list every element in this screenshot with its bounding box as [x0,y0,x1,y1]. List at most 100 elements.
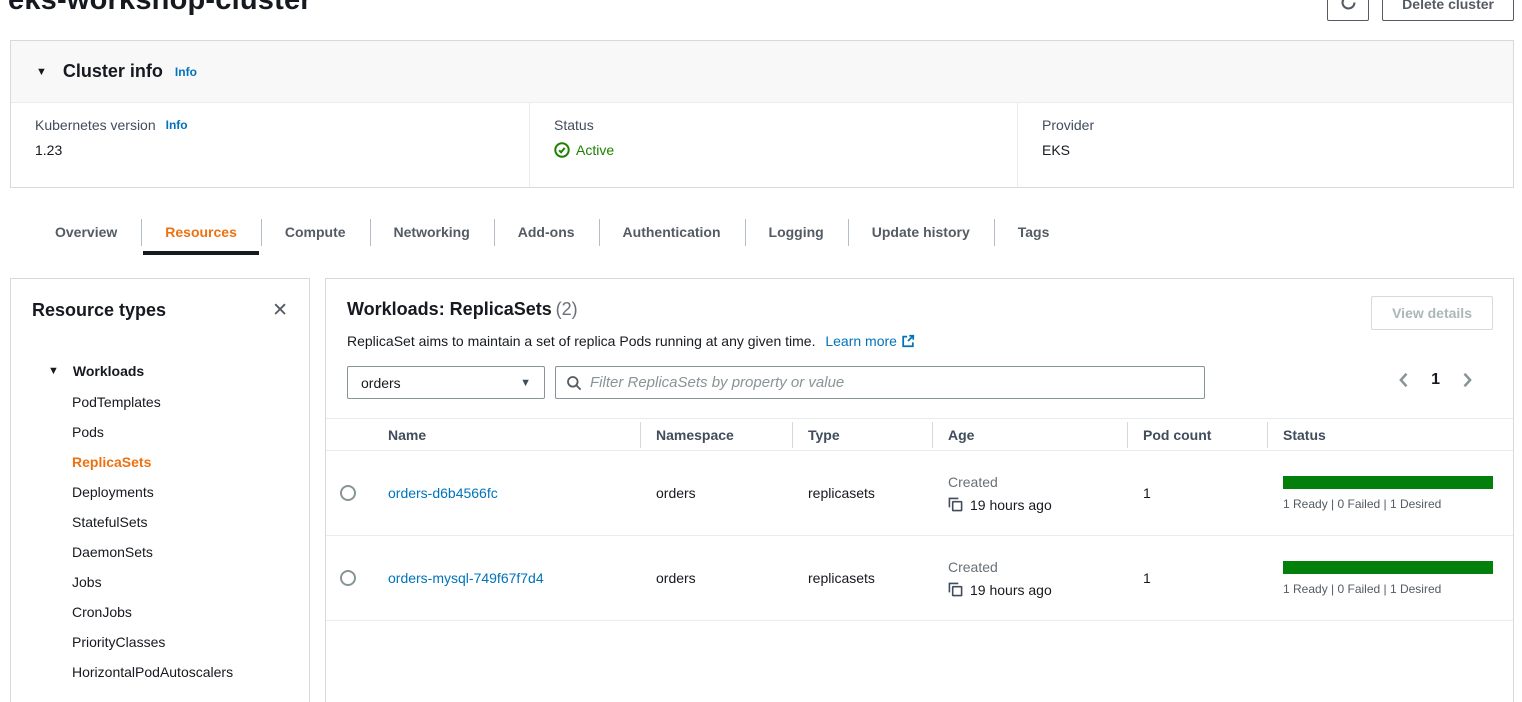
tab-resources[interactable]: Resources [141,210,261,254]
page-title: eks-workshop-cluster [8,0,312,17]
status-label: Status [554,117,1017,133]
tree-group-workloads[interactable]: ▼ Workloads [11,359,309,383]
pod-count-cell: 1 [1133,570,1273,586]
column-header-type[interactable]: Type [798,427,938,443]
sidebar-item-deployments[interactable]: Deployments [11,477,309,507]
cluster-info-body: Kubernetes version Info 1.23 Status Acti… [11,103,1513,187]
replicasets-panel: Workloads: ReplicaSets (2) View details … [325,278,1514,702]
type-cell: replicasets [798,570,938,586]
sidebar-item-replicasets[interactable]: ReplicaSets [11,447,309,477]
pod-count-cell: 1 [1133,485,1273,501]
table-row: orders-mysql-749f67f7d4 orders replicase… [326,536,1513,621]
tab-update-history[interactable]: Update history [848,210,994,254]
age-cell: Created 19 hours ago [938,559,1133,598]
status-bar [1283,561,1493,574]
column-header-age[interactable]: Age [938,427,1133,443]
age-label: Created [948,559,1133,575]
panel-heading: Workloads: ReplicaSets [347,299,552,319]
replicaset-name-link[interactable]: orders-d6b4566fc [388,485,498,501]
replicaset-name-link[interactable]: orders-mysql-749f67f7d4 [388,570,544,586]
tab-logging[interactable]: Logging [745,210,848,254]
panel-count: (2) [556,299,578,319]
age-label: Created [948,474,1133,490]
provider-label: Provider [1042,117,1513,133]
namespace-cell: orders [646,570,798,586]
chevron-down-icon: ▼ [520,377,531,389]
column-header-status[interactable]: Status [1273,427,1513,443]
age-cell: Created 19 hours ago [938,474,1133,513]
resource-types-panel: Resource types ✕ ▼ Workloads PodTemplate… [10,278,310,702]
external-link-icon [901,335,915,351]
chevron-right-icon[interactable] [1457,370,1477,390]
cluster-tabs: Overview Resources Compute Networking Ad… [31,210,1073,254]
tab-overview[interactable]: Overview [31,210,141,254]
provider-field: Provider EKS [1017,103,1513,187]
header-actions: Delete cluster [1327,0,1514,21]
filter-row: orders ▼ 1 [347,366,1493,399]
kubernetes-version-info-link[interactable]: Info [166,118,188,132]
type-cell: replicasets [798,485,938,501]
status-text: 1 Ready | 0 Failed | 1 Desired [1283,582,1493,596]
tree-group-workloads-label: Workloads [73,363,144,379]
copy-icon[interactable] [948,497,963,512]
tab-authentication[interactable]: Authentication [599,210,745,254]
age-value: 19 hours ago [970,582,1052,598]
cluster-info-info-link[interactable]: Info [175,65,197,79]
sidebar-item-podtemplates[interactable]: PodTemplates [11,387,309,417]
chevron-down-icon: ▼ [48,365,59,377]
close-icon[interactable]: ✕ [272,301,288,320]
kubernetes-version-field: Kubernetes version Info 1.23 [11,103,529,187]
status-cell: 1 Ready | 0 Failed | 1 Desired [1273,561,1513,596]
sidebar-item-priorityclasses[interactable]: PriorityClasses [11,627,309,657]
cluster-info-panel: ▼ Cluster info Info Kubernetes version I… [10,40,1514,188]
cluster-info-title: Cluster info [63,61,163,82]
cluster-info-header[interactable]: ▼ Cluster info Info [11,41,1513,103]
tab-tags[interactable]: Tags [994,210,1074,254]
column-header-namespace[interactable]: Namespace [646,427,798,443]
pagination: 1 [1394,370,1477,390]
refresh-button[interactable] [1327,0,1369,21]
panel-description: ReplicaSet aims to maintain a set of rep… [347,333,815,349]
refresh-icon [1340,0,1357,14]
search-icon [566,375,582,391]
tab-networking[interactable]: Networking [370,210,494,254]
sidebar-item-jobs[interactable]: Jobs [11,567,309,597]
search-box[interactable] [555,366,1205,399]
learn-more-link[interactable]: Learn more [825,333,897,349]
provider-value: EKS [1042,142,1513,158]
status-value: Active [576,142,614,158]
resource-types-title: Resource types [32,300,166,321]
filter-search-input[interactable] [590,374,1194,391]
row-select-radio[interactable] [340,570,356,586]
status-text: 1 Ready | 0 Failed | 1 Desired [1283,497,1493,511]
table-header-row: Name Namespace Type Age Pod count Status [326,418,1513,451]
status-bar [1283,476,1493,489]
status-field: Status Active [529,103,1017,187]
kubernetes-version-value: 1.23 [35,142,529,158]
sidebar-item-cronjobs[interactable]: CronJobs [11,597,309,627]
sidebar-item-statefulsets[interactable]: StatefulSets [11,507,309,537]
delete-cluster-button[interactable]: Delete cluster [1382,0,1514,21]
column-header-name[interactable]: Name [378,427,646,443]
sidebar-item-pods[interactable]: Pods [11,417,309,447]
filter-scope-select[interactable]: orders ▼ [347,366,545,399]
status-cell: 1 Ready | 0 Failed | 1 Desired [1273,476,1513,511]
sidebar-item-daemonsets[interactable]: DaemonSets [11,537,309,567]
status-check-icon [554,142,570,158]
table-row: orders-d6b4566fc orders replicasets Crea… [326,451,1513,536]
chevron-left-icon[interactable] [1394,370,1414,390]
namespace-cell: orders [646,485,798,501]
column-header-pod-count[interactable]: Pod count [1133,427,1273,443]
current-page[interactable]: 1 [1428,371,1443,389]
filter-scope-value: orders [361,375,401,391]
age-value: 19 hours ago [970,497,1052,513]
row-select-radio[interactable] [340,485,356,501]
sidebar-item-horizontalpodautoscalers[interactable]: HorizontalPodAutoscalers [11,657,309,687]
resource-types-tree: ▼ Workloads PodTemplates Pods ReplicaSet… [11,359,309,702]
tab-add-ons[interactable]: Add-ons [494,210,599,254]
kubernetes-version-label: Kubernetes version [35,117,156,133]
view-details-button[interactable]: View details [1371,296,1493,330]
section-expand-icon[interactable]: ▼ [36,66,47,78]
copy-icon[interactable] [948,582,963,597]
tab-compute[interactable]: Compute [261,210,370,254]
